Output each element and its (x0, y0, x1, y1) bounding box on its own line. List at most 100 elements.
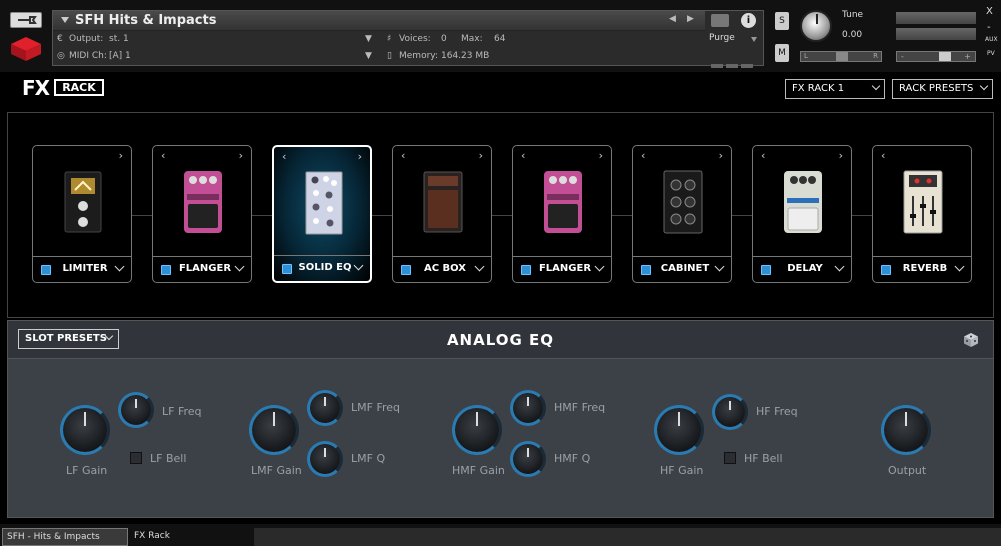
mute-button[interactable]: M (775, 44, 789, 62)
lmf-q-label: LMF Q (351, 452, 386, 465)
prev-fx-arrow-icon[interactable]: ‹ (521, 149, 525, 162)
midi-value[interactable]: [A] 1 (109, 51, 131, 61)
wrench-icon[interactable] (10, 12, 42, 28)
lmf-gain-knob[interactable] (249, 405, 299, 455)
slot-footer: AC BOX (393, 256, 491, 282)
lmf-gain-label: LMF Gain (251, 464, 302, 477)
eq-title: ANALOG EQ (446, 331, 555, 349)
next-fx-arrow-icon[interactable]: › (358, 150, 362, 163)
output-knob[interactable] (881, 405, 931, 455)
fx-slot-flanger-2[interactable]: ‹ › FLANGER (512, 145, 612, 283)
dice-icon[interactable] (963, 332, 979, 348)
lmf-freq-knob[interactable] (307, 390, 343, 426)
pan-slider[interactable]: L R (800, 51, 882, 62)
midi-label: MIDI Ch: (69, 51, 107, 61)
instrument-name-row[interactable]: SFH Hits & Impacts ◀ ▶ (53, 11, 705, 31)
lf-gain-label: LF Gain (66, 464, 108, 477)
power-toggle-icon[interactable] (641, 265, 651, 275)
rack-select-dropdown[interactable]: FX RACK 1 (785, 79, 885, 99)
lf-bell-checkbox[interactable] (130, 452, 142, 464)
camera-icon[interactable] (711, 14, 729, 27)
next-fx-arrow-icon[interactable]: › (239, 149, 243, 162)
chevron-down-icon[interactable] (353, 260, 364, 271)
midi-icon: ◎ (57, 51, 65, 61)
volume-slider[interactable]: - + (896, 51, 976, 62)
prev-fx-arrow-icon[interactable]: ‹ (881, 149, 885, 162)
reverb-module-icon (903, 170, 943, 234)
prev-fx-arrow-icon[interactable]: ‹ (282, 150, 286, 163)
output-dropdown-icon[interactable]: ▼ (365, 34, 372, 44)
chevron-down-icon[interactable] (594, 261, 605, 272)
voices-icon: ♯ (387, 34, 392, 44)
info-icon[interactable]: i (741, 13, 756, 28)
pv-button[interactable]: PV (987, 50, 995, 57)
delay-pedal-icon (784, 171, 822, 233)
next-fx-arrow-icon[interactable]: › (599, 149, 603, 162)
next-fx-arrow-icon[interactable]: › (839, 149, 843, 162)
pan-right-label: R (873, 52, 878, 60)
power-toggle-icon[interactable] (401, 265, 411, 275)
pan-handle[interactable] (836, 52, 848, 61)
hf-freq-knob[interactable] (712, 394, 748, 430)
power-toggle-icon[interactable] (282, 264, 292, 274)
chevron-down-icon[interactable] (834, 261, 845, 272)
hmf-q-knob[interactable] (510, 441, 546, 477)
chevron-down-icon[interactable] (474, 261, 485, 272)
hmf-freq-knob[interactable] (510, 390, 546, 426)
tab-instrument[interactable]: SFH - Hits & Impacts (2, 528, 128, 546)
lmf-q-knob[interactable] (307, 441, 343, 477)
fx-slot-ac-box[interactable]: ‹ › AC BOX (392, 145, 492, 283)
fx-slot-reverb[interactable]: ‹ REVERB (872, 145, 972, 283)
close-icon[interactable]: X (986, 6, 993, 17)
chevron-down-icon[interactable] (114, 261, 125, 272)
fx-slot-cabinet[interactable]: ‹ › CABINET (632, 145, 732, 283)
tune-knob[interactable] (800, 10, 832, 42)
fx-slot-flanger[interactable]: ‹ › FLANGER (152, 145, 252, 283)
output-value[interactable]: st. 1 (109, 34, 129, 44)
hmf-gain-knob[interactable] (452, 405, 502, 455)
power-toggle-icon[interactable] (521, 265, 531, 275)
minimize-icon[interactable]: - (987, 22, 991, 33)
hf-bell-checkbox[interactable] (724, 452, 736, 464)
slot-footer: FLANGER (153, 256, 251, 282)
pan-left-label: L (804, 52, 808, 60)
aux-button[interactable]: AUX (985, 36, 998, 43)
prev-fx-arrow-icon[interactable]: ‹ (161, 149, 165, 162)
power-toggle-icon[interactable] (761, 265, 771, 275)
solo-button[interactable]: S (775, 12, 789, 30)
rack-presets-dropdown[interactable]: RACK PRESETS (892, 79, 993, 99)
power-toggle-icon[interactable] (881, 265, 891, 275)
output-label: Output (888, 464, 927, 477)
flanger-pedal-icon (544, 171, 582, 233)
midi-dropdown-icon[interactable]: ▼ (365, 51, 372, 61)
next-fx-arrow-icon[interactable]: › (719, 149, 723, 162)
fx-slot-solid-eq[interactable]: ‹ › SOLID EQ (272, 145, 372, 283)
prev-instrument-arrow-icon[interactable]: ◀ (669, 14, 676, 24)
hf-gain-knob[interactable] (654, 405, 704, 455)
fx-slot-delay[interactable]: ‹ › DELAY (752, 145, 852, 283)
flanger-pedal-icon (184, 171, 222, 233)
next-instrument-arrow-icon[interactable]: ▶ (687, 14, 694, 24)
fx-slot-limiter[interactable]: › LIMITER (32, 145, 132, 283)
prev-fx-arrow-icon[interactable]: ‹ (401, 149, 405, 162)
power-toggle-icon[interactable] (41, 265, 51, 275)
purge-dropdown-icon[interactable] (751, 37, 757, 42)
lf-freq-knob[interactable] (118, 392, 154, 428)
prev-fx-arrow-icon[interactable]: ‹ (761, 149, 765, 162)
power-toggle-icon[interactable] (161, 265, 171, 275)
purge-button[interactable]: Purge (709, 33, 735, 43)
max-value[interactable]: 64 (494, 34, 505, 44)
instrument-name: SFH Hits & Impacts (75, 13, 217, 28)
instrument-info-row-2: ◎ MIDI Ch: [A] 1 ▼ ▯ Memory: 164.23 MB (53, 49, 705, 65)
next-fx-arrow-icon[interactable]: › (479, 149, 483, 162)
prev-fx-arrow-icon[interactable]: ‹ (641, 149, 645, 162)
lf-gain-knob[interactable] (60, 405, 110, 455)
slot-footer: CABINET (633, 256, 731, 282)
collapse-triangle-icon[interactable] (61, 17, 69, 23)
chevron-down-icon[interactable] (234, 261, 245, 272)
chevron-down-icon[interactable] (714, 261, 725, 272)
next-fx-arrow-icon[interactable]: › (119, 149, 123, 162)
volume-handle[interactable] (939, 52, 951, 61)
tab-fx-rack[interactable]: FX Rack (134, 528, 170, 544)
chevron-down-icon[interactable] (954, 261, 965, 272)
